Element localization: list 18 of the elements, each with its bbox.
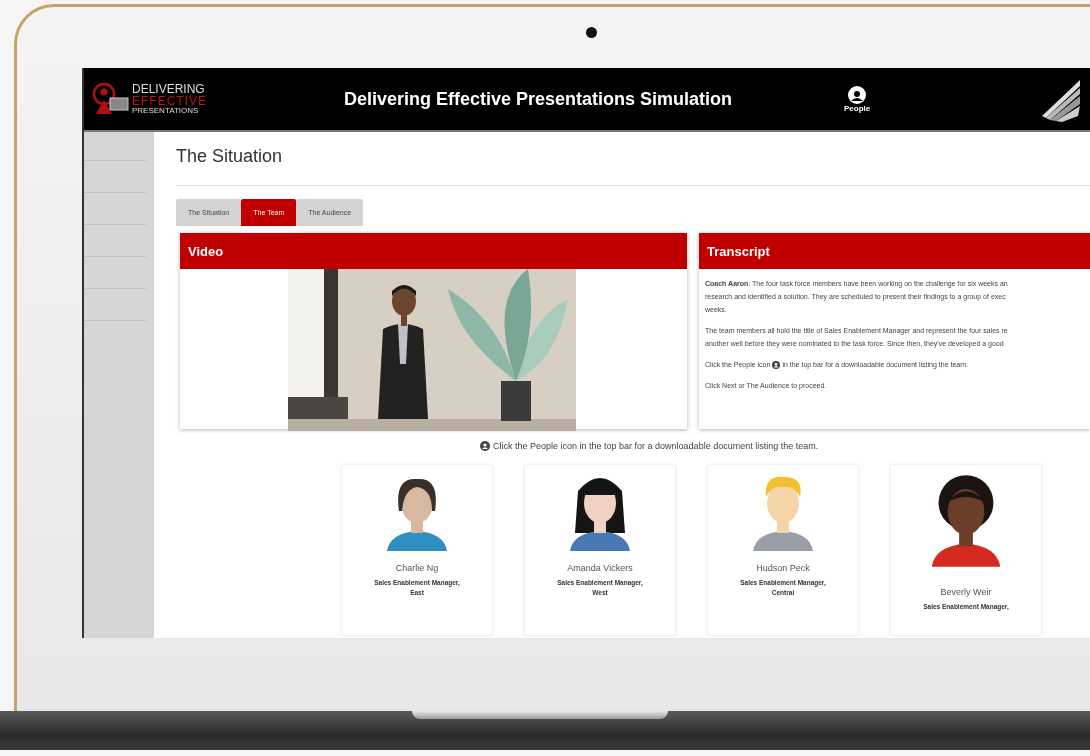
people-button[interactable]: People (844, 85, 871, 113)
page-title: The Situation (176, 146, 284, 168)
member-name: Charlie Ng (395, 563, 439, 573)
member-name: Hudson Peck (756, 563, 810, 573)
logo-text: EFFECTIVE (132, 95, 207, 107)
caption-text: Click the People icon in the top bar for a downloadable document listing the team. (493, 441, 819, 451)
people-icon (480, 441, 490, 451)
member-name: Beverly Weir (940, 587, 992, 597)
people-icon (772, 360, 781, 369)
logo-text: DELIVERING (132, 83, 206, 95)
app-title: Delivering Effective Presentations Simulation (344, 88, 734, 110)
camera-dot (586, 27, 597, 38)
member-name: Amanda Vickers (567, 563, 633, 573)
panel-title: Transcript (707, 243, 770, 259)
people-icon (847, 85, 868, 104)
logo-text: PRESENTATIONS (132, 107, 200, 115)
presenter-logo-icon (90, 82, 130, 116)
panel-title: Video (188, 243, 224, 259)
